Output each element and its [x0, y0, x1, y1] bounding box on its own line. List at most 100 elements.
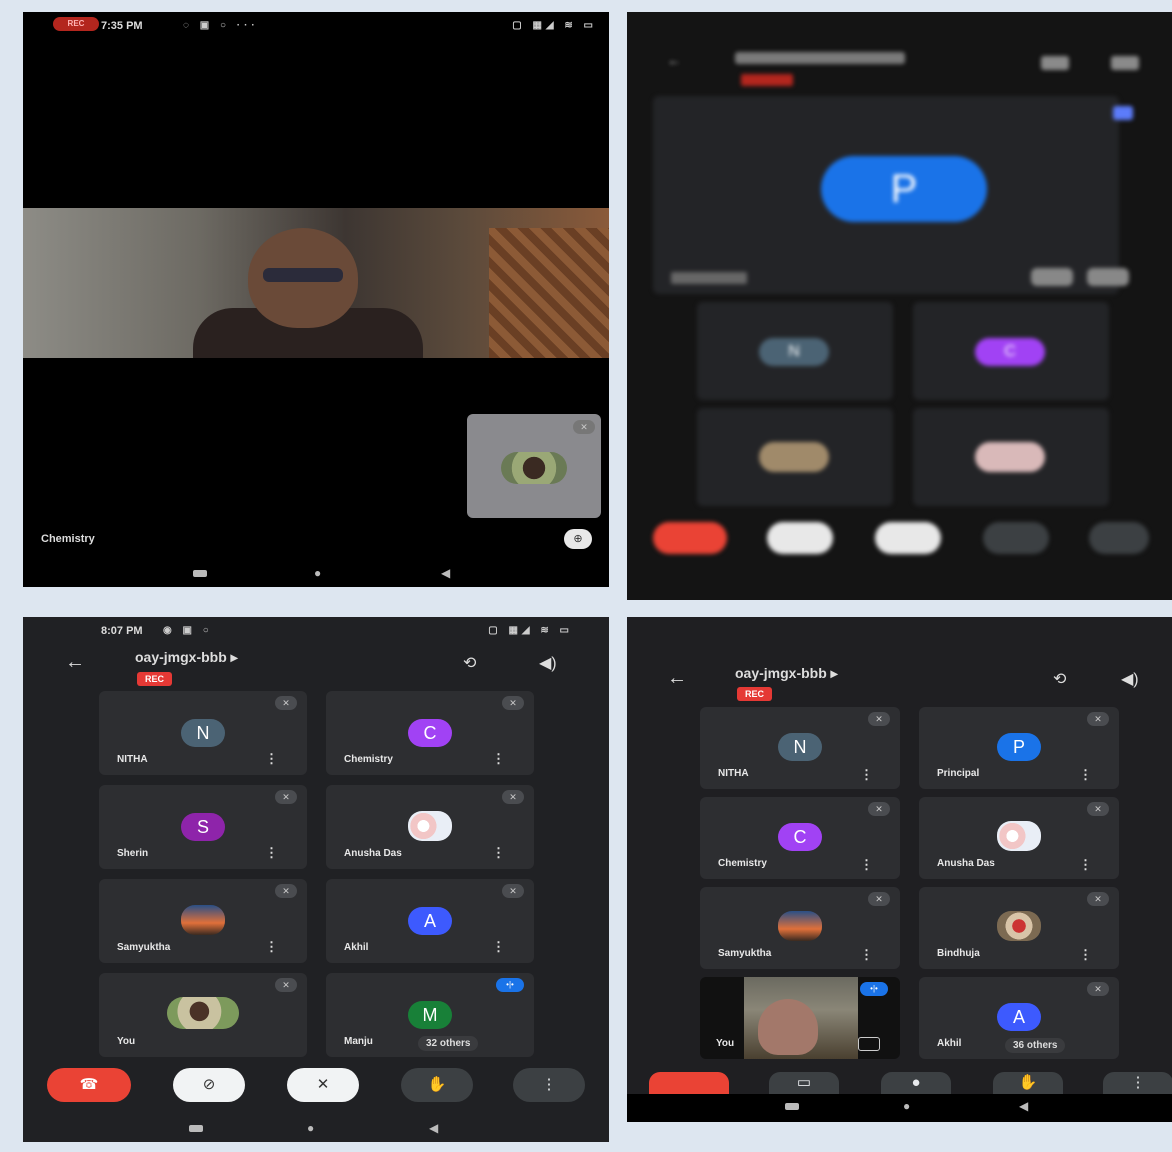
more-vert-icon[interactable]: ⋮ — [1079, 767, 1092, 783]
participant-tile[interactable]: ✕ P Principal ⋮ — [919, 707, 1119, 789]
more-vert-icon[interactable]: ⋮ — [492, 845, 505, 861]
pin-icon[interactable] — [1031, 268, 1073, 286]
speaker-icon[interactable]: ◀) — [539, 653, 557, 673]
participant-name: Sherin — [117, 848, 149, 859]
more-vert-icon[interactable]: ⋮ — [492, 939, 505, 955]
more-vert-icon[interactable]: ⋮ — [492, 751, 505, 767]
back-triangle-icon[interactable]: ◀ — [429, 1120, 438, 1136]
camera-switch-icon[interactable]: ⟲ — [463, 653, 476, 673]
end-call-button[interactable] — [649, 1072, 729, 1094]
raise-hand-button[interactable]: ✋ — [401, 1068, 473, 1102]
tile-1[interactable]: N — [697, 302, 893, 400]
main-tile-label — [671, 272, 747, 284]
mic-toggle-button[interactable]: ● — [881, 1072, 951, 1094]
recents-icon[interactable] — [193, 570, 207, 577]
participant-tile[interactable]: ✕ Anusha Das ⋮ — [919, 797, 1119, 879]
participant-name: Samyuktha — [718, 948, 772, 959]
participant-name: Chemistry — [344, 754, 393, 765]
raise-hand-button[interactable]: ✋ — [993, 1072, 1063, 1094]
camera-switch-icon[interactable]: ⟲ — [1053, 669, 1066, 689]
participant-tile[interactable]: ✕ C Chemistry ⋮ — [700, 797, 900, 879]
tile-2[interactable]: C — [913, 302, 1109, 400]
tile-3[interactable] — [697, 408, 893, 506]
more-options-button[interactable] — [1089, 522, 1149, 554]
mic-off-icon: ✕ — [1087, 982, 1109, 996]
participant-tile[interactable]: ✕ N NITHA ⋮ — [99, 691, 307, 775]
participant-tile-self[interactable]: ✕ You — [99, 973, 307, 1057]
screenshot-4-video-call: ← oay-jmgx-bbb ▸ REC ⟲ ◀) ✕ N NITHA ⋮ ✕ … — [627, 617, 1172, 1122]
more-vert-icon[interactable]: ⋮ — [1079, 857, 1092, 873]
participant-tile[interactable]: ✕ Bindhuja ⋮ — [919, 887, 1119, 969]
tile-photo — [759, 442, 829, 472]
end-call-button[interactable] — [653, 522, 727, 554]
camera-switch-icon[interactable] — [1041, 56, 1069, 70]
home-icon[interactable]: ● — [307, 1120, 314, 1136]
more-vert-icon[interactable]: ⋮ — [265, 751, 278, 767]
rec-tag — [741, 74, 793, 86]
camera-toggle-button[interactable]: ⊘ — [173, 1068, 245, 1102]
participant-name: Principal — [937, 768, 980, 779]
back-arrow-icon[interactable]: ← — [65, 651, 85, 674]
back-arrow-icon[interactable]: ← — [667, 52, 683, 68]
end-call-button[interactable]: ☎ — [47, 1068, 131, 1102]
more-vert-icon[interactable]: ⋮ — [265, 939, 278, 955]
self-avatar — [501, 452, 567, 484]
more-vert-icon[interactable]: ⋮ — [860, 767, 873, 783]
participant-name: Akhil — [344, 942, 369, 953]
camera-button[interactable] — [767, 522, 833, 554]
mic-button[interactable] — [875, 522, 941, 554]
speaker-icon[interactable] — [1111, 56, 1139, 70]
participant-name: Chemistry — [718, 858, 767, 869]
layout-toggle-icon[interactable]: ⊕ — [564, 529, 592, 549]
camera-off-icon: ⊘ — [202, 1076, 216, 1093]
participant-tile-others[interactable]: •|• M Manju 32 others — [326, 973, 534, 1057]
screenshot-3-video-call: 8:07 PM ◉ ▣ ○ ▢ ▦◢ ≋ ▭ ← oay-jmgx-bbb ▸ … — [23, 617, 609, 1142]
self-view-pip[interactable]: ✕ — [467, 414, 601, 518]
more-vert-icon[interactable]: ⋮ — [860, 947, 873, 963]
notification-icons: ◉ ▣ ○ — [163, 625, 213, 636]
raise-hand-icon: ✋ — [1018, 1074, 1038, 1091]
participant-tile[interactable]: ✕ Anusha Das ⋮ — [326, 785, 534, 869]
participant-tile[interactable]: ✕ S Sherin ⋮ — [99, 785, 307, 869]
meeting-code[interactable]: oay-jmgx-bbb ▸ — [735, 665, 838, 682]
participant-avatar: P — [997, 733, 1041, 761]
participant-name: Manju — [344, 1036, 373, 1047]
back-triangle-icon[interactable]: ◀ — [1019, 1099, 1028, 1113]
home-icon[interactable]: ● — [903, 1099, 910, 1113]
more-options-button[interactable]: ⋮ — [1103, 1072, 1172, 1094]
back-triangle-icon[interactable]: ◀ — [441, 565, 450, 581]
camera-toggle-button[interactable]: ▭ — [769, 1072, 839, 1094]
participant-tile[interactable]: ✕ N NITHA ⋮ — [700, 707, 900, 789]
camera-switch-icon[interactable] — [858, 1037, 880, 1051]
recents-icon[interactable] — [189, 1125, 203, 1132]
tile-4[interactable] — [913, 408, 1109, 506]
participant-tile[interactable]: ✕ C Chemistry ⋮ — [326, 691, 534, 775]
participant-tile[interactable]: ✕ A Akhil ⋮ — [326, 879, 534, 963]
participant-tile-self[interactable]: •|• You — [700, 977, 900, 1059]
participant-photo — [408, 811, 452, 841]
android-nav-bar: ● ◀ — [23, 565, 609, 581]
speaking-indicator-icon: •|• — [860, 982, 888, 996]
back-arrow-icon[interactable]: ← — [667, 667, 687, 690]
more-vert-icon[interactable]: ⋮ — [265, 845, 278, 861]
meeting-code[interactable]: oay-jmgx-bbb ▸ — [135, 649, 238, 666]
blurred-content: ← P N C — [627, 12, 1172, 600]
speaker-icon[interactable]: ◀) — [1121, 669, 1139, 689]
fullscreen-icon[interactable] — [1087, 268, 1129, 286]
home-icon[interactable]: ● — [314, 565, 321, 581]
more-vert-icon[interactable]: ⋮ — [1079, 947, 1092, 963]
participant-name: You — [117, 1036, 136, 1047]
more-options-button[interactable]: ⋮ — [513, 1068, 585, 1102]
participant-tile[interactable]: ✕ Samyuktha ⋮ — [700, 887, 900, 969]
raise-hand-button[interactable] — [983, 522, 1049, 554]
main-video-feed — [23, 208, 609, 358]
recents-icon[interactable] — [785, 1103, 799, 1110]
participant-avatar: C — [778, 823, 822, 851]
participant-tile-others[interactable]: ✕ A Akhil 36 others — [919, 977, 1119, 1059]
meeting-code-bar — [735, 52, 905, 64]
participant-tile[interactable]: ✕ Samyuktha ⋮ — [99, 879, 307, 963]
camera-icon: ▭ — [796, 1074, 812, 1091]
more-vert-icon[interactable]: ⋮ — [860, 857, 873, 873]
mic-toggle-button[interactable]: ✕ — [287, 1068, 359, 1102]
mic-off-icon: ✕ — [275, 978, 297, 992]
